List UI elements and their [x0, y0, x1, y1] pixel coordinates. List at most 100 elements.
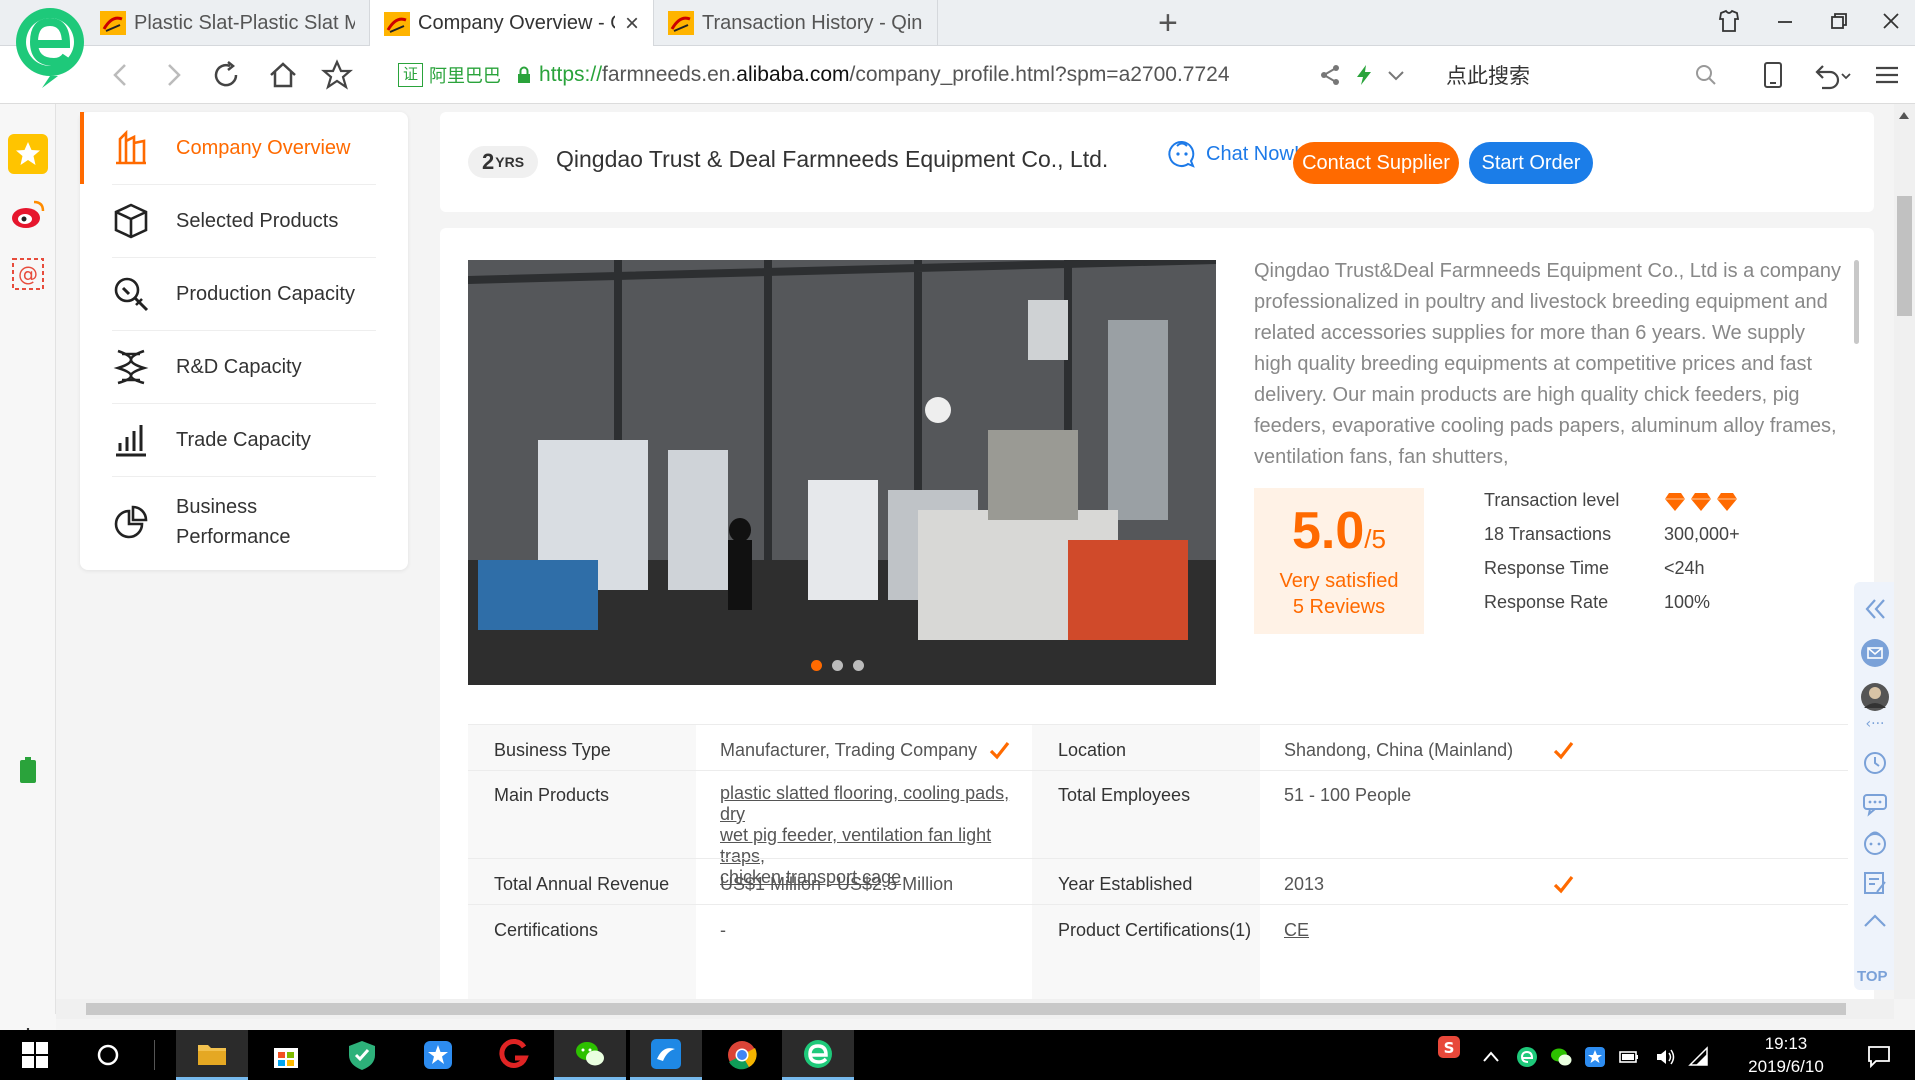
home-icon[interactable]	[266, 58, 300, 92]
year-established-label: Year Established	[1058, 874, 1193, 894]
wifi-icon[interactable]	[1688, 1046, 1710, 1068]
show-hidden-icons-icon[interactable]	[1480, 1046, 1502, 1068]
system-clock[interactable]: 19:13 2019/6/10	[1728, 1032, 1844, 1078]
browser-e-icon[interactable]	[782, 1030, 854, 1080]
sogou-ime-icon[interactable]: S	[1436, 1034, 1462, 1060]
new-tab-button[interactable]: +	[1158, 6, 1178, 40]
collapse-double-left-icon[interactable]	[1860, 594, 1890, 624]
skin-icon[interactable]	[1716, 8, 1742, 34]
search-icon[interactable]	[1694, 63, 1718, 87]
notification-center-icon[interactable]	[1866, 1044, 1892, 1068]
history-clock-icon[interactable]	[1860, 748, 1890, 778]
certificate-name[interactable]: 阿里巴巴	[429, 62, 501, 88]
page-scrollbar[interactable]	[1894, 104, 1915, 999]
chat-icon[interactable]	[1860, 788, 1890, 818]
start-order-button[interactable]: Start Order	[1469, 142, 1593, 184]
chevron-down-icon[interactable]	[1384, 63, 1408, 87]
file-explorer-icon[interactable]	[176, 1030, 248, 1080]
windows-start-icon[interactable]	[22, 1042, 48, 1068]
carousel-dot-active[interactable]	[811, 660, 822, 671]
restore-icon[interactable]	[1826, 8, 1852, 34]
battery-tray-icon[interactable]	[1618, 1046, 1640, 1068]
forward-icon[interactable]	[156, 58, 190, 92]
contact-supplier-button[interactable]: Contact Supplier	[1293, 142, 1459, 184]
feedback-edit-icon[interactable]	[1860, 868, 1890, 898]
store-icon[interactable]	[250, 1030, 322, 1080]
alibaba-favicon-icon	[100, 11, 126, 35]
back-to-top-label[interactable]: TOP	[1857, 968, 1888, 985]
volume-icon[interactable]	[1654, 1046, 1676, 1068]
nav-production-capacity[interactable]: Production Capacity	[80, 258, 408, 330]
undo-icon[interactable]	[1812, 60, 1852, 90]
tab-plastic-slat[interactable]: Plastic Slat-Plastic Slat Manufa	[86, 0, 370, 46]
table-row: Certifications - Product Certifications(…	[468, 904, 1848, 950]
chat-now-link[interactable]: Chat Now!	[1166, 138, 1299, 170]
minimize-icon[interactable]	[1772, 8, 1798, 34]
close-tab-icon[interactable]: ×	[625, 10, 639, 38]
description-scrollbar[interactable]	[1854, 260, 1859, 344]
response-rate-value: 100%	[1664, 592, 1711, 612]
svg-text:S: S	[1444, 1039, 1455, 1057]
search-field[interactable]: 点此搜索	[1432, 54, 1728, 96]
avatar[interactable]	[1860, 682, 1890, 712]
rating-box: 5.0/5 Very satisfied 5 Reviews	[1254, 488, 1424, 634]
more-dots-icon[interactable]: ‹···	[1860, 718, 1890, 732]
message-mail-icon[interactable]	[1860, 638, 1890, 668]
cortana-search-icon[interactable]	[96, 1043, 120, 1067]
factory-photo-carousel[interactable]	[468, 260, 1216, 685]
scroll-up-arrow-icon[interactable]	[1898, 110, 1910, 120]
tab-transaction-history[interactable]: Transaction History - Qingdao	[654, 0, 938, 46]
favorites-star-icon[interactable]	[8, 134, 48, 174]
wrench-search-icon	[114, 277, 149, 312]
year-established-value: 2013	[1284, 874, 1325, 894]
product-certifications-link[interactable]: CE	[1284, 918, 1309, 943]
carousel-dot[interactable]	[853, 660, 864, 671]
response-rate-label: Response Rate	[1484, 592, 1609, 612]
svg-text:‹···: ‹···	[1866, 718, 1885, 732]
wechat-tray-icon[interactable]	[1550, 1046, 1572, 1068]
url-field[interactable]: 证 阿里巴巴 https://farmneeds.en. alibaba.com /…	[398, 54, 1420, 96]
bookmark-star-icon[interactable]	[320, 58, 354, 92]
red-g-icon[interactable]	[478, 1030, 550, 1080]
tab-company-overview[interactable]: Company Overview - Qingdao ×	[370, 0, 654, 47]
nav-rd-capacity[interactable]: R&D Capacity	[80, 331, 408, 403]
chat-now-label: Chat Now!	[1206, 142, 1300, 165]
tab-title: Transaction History - Qingdao	[702, 11, 923, 34]
nav-company-overview[interactable]: Company Overview	[80, 112, 408, 184]
share-icon[interactable]	[1318, 63, 1342, 87]
tablet-icon[interactable]	[1758, 60, 1788, 90]
windows-taskbar: S 19:13 2019/6/10	[0, 1030, 1915, 1080]
close-window-icon[interactable]	[1878, 8, 1904, 34]
carousel-dot[interactable]	[832, 660, 843, 671]
security-shield-icon[interactable]	[326, 1030, 398, 1080]
horizontal-scrollbar[interactable]	[56, 999, 1894, 1019]
nav-business-performance[interactable]: Business Performance	[80, 478, 408, 566]
nav-divider	[112, 476, 376, 477]
reviews-count-link[interactable]: 5 Reviews	[1254, 594, 1424, 620]
menu-icon[interactable]	[1872, 60, 1902, 90]
star-tray-icon[interactable]	[1584, 1046, 1606, 1068]
wechat-icon[interactable]	[554, 1030, 626, 1080]
weibo-icon[interactable]	[8, 194, 48, 234]
chrome-icon[interactable]	[706, 1030, 778, 1080]
pie-chart-icon	[114, 505, 148, 539]
main-products-link[interactable]: plastic slatted flooring, cooling pads, …	[720, 783, 1010, 825]
nav-selected-products[interactable]: Selected Products	[80, 185, 408, 257]
back-icon[interactable]	[104, 58, 138, 92]
floating-tool-panel: ‹··· TOP	[1854, 582, 1894, 990]
star-app-icon[interactable]	[402, 1030, 474, 1080]
alibaba-supplier-icon[interactable]	[630, 1030, 702, 1080]
tab-title: Company Overview - Qingdao	[418, 12, 615, 34]
certificate-badge[interactable]: 证	[398, 63, 424, 87]
email-icon[interactable]: @	[8, 254, 48, 294]
horizontal-scrollbar-thumb[interactable]	[86, 1003, 1846, 1015]
nav-trade-capacity[interactable]: Trade Capacity	[80, 404, 408, 476]
company-name[interactable]: Qingdao Trust & Deal Farmneeds Equipment…	[556, 146, 1108, 173]
lightning-icon[interactable]	[1352, 63, 1376, 87]
back-to-top-icon[interactable]	[1860, 912, 1890, 936]
reload-icon[interactable]	[210, 58, 244, 92]
battery-icon[interactable]	[8, 750, 48, 790]
browser-tray-icon[interactable]	[1516, 1046, 1538, 1068]
service-bot-icon[interactable]	[1860, 828, 1890, 858]
page-scrollbar-thumb[interactable]	[1897, 196, 1912, 316]
